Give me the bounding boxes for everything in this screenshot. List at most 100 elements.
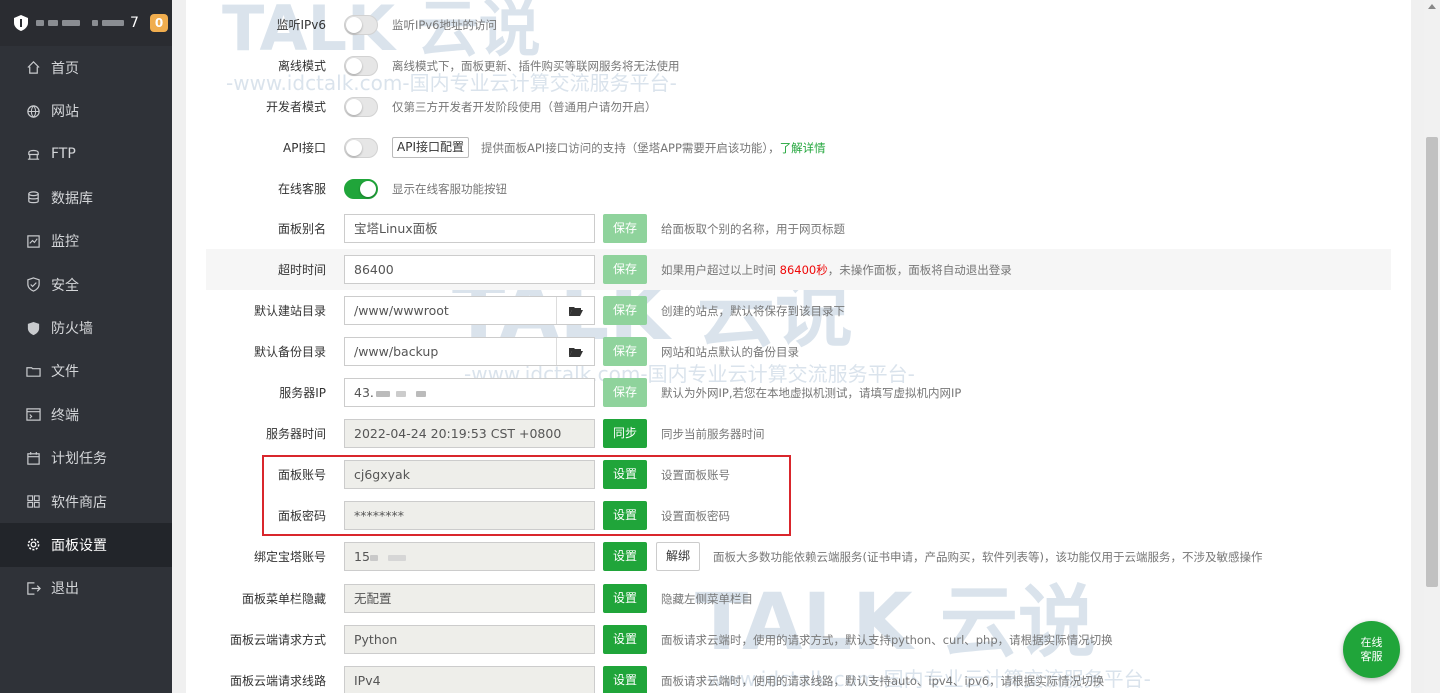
highlight-box: [262, 455, 791, 536]
req-method-label: 面板云端请求方式: [229, 633, 326, 647]
req-method-hint: 面板请求云端时，使用的请求方式，默认支持python、curl、php，请根据实…: [661, 632, 1113, 647]
online-service-button[interactable]: 在线 客服: [1343, 621, 1400, 678]
timeout-save-button[interactable]: 保存: [603, 255, 647, 284]
sidebar-item-label: 计划任务: [51, 451, 107, 468]
sidebar-item-label: 防火墙: [51, 321, 93, 338]
site-dir-input[interactable]: /www/wwwroot: [344, 296, 595, 325]
sidebar-item-label: 面板设置: [51, 537, 107, 554]
sidebar-item-terminal[interactable]: 终端: [0, 393, 172, 436]
grid-icon: [25, 494, 41, 510]
learn-more-link[interactable]: 了解详情: [780, 141, 826, 155]
scroll-thumb[interactable]: [1426, 137, 1438, 587]
sidebar-item-grid[interactable]: 软件商店: [0, 480, 172, 523]
backup-dir-hint: 网站和站点默认的备份目录: [661, 344, 799, 359]
ipv6-toggle[interactable]: [344, 14, 378, 35]
folder-open-icon[interactable]: [556, 297, 594, 324]
online-service-label: 在线客服: [277, 182, 326, 196]
row-bt-account: 绑定宝塔账号 15 设置 解绑 面板大多数功能依赖云端服务(证书申请，产品购买，…: [186, 536, 1391, 577]
row-server-ip: 服务器IP 43. 保存 默认为外网IP,若您在本地虚拟机测试，请填写虚拟机内网…: [186, 372, 1391, 413]
server-ip-save-button[interactable]: 保存: [603, 378, 647, 407]
row-req-method: 面板云端请求方式 Python 设置 面板请求云端时，使用的请求方式，默认支持p…: [186, 619, 1391, 660]
req-line-label: 面板云端请求线路: [229, 674, 326, 688]
menu-hide-hint: 隐藏左侧菜单栏目: [661, 591, 753, 606]
server-hostname: 7: [36, 15, 140, 31]
api-hint: 提供面板API接口访问的支持（堡塔APP需要开启该功能），了解详情: [481, 140, 826, 155]
bt-account-set-button[interactable]: 设置: [603, 542, 647, 571]
row-timeout: 超时时间 86400 保存 如果用户超过以上时间 86400秒，未操作面板，面板…: [206, 249, 1391, 290]
online-service-toggle[interactable]: [344, 178, 378, 199]
sidebar-item-label: 终端: [51, 407, 79, 424]
sidebar-item-firewall[interactable]: 防火墙: [0, 306, 172, 349]
sidebar-item-ftp[interactable]: FTP: [0, 133, 172, 176]
sidebar-item-calendar[interactable]: 计划任务: [0, 437, 172, 480]
server-time-input: 2022-04-24 20:19:53 CST +0800: [344, 419, 595, 448]
timeout-input[interactable]: 86400: [344, 255, 595, 284]
server-header: 7 0: [0, 0, 172, 46]
offline-toggle[interactable]: [344, 55, 378, 76]
bt-account-hint: 面板大多数功能依赖云端服务(证书申请，产品购买，软件列表等)，该功能仅用于云端服…: [713, 549, 1263, 564]
alias-input[interactable]: 宝塔Linux面板: [344, 214, 595, 243]
row-api: API接口 API接口配置 提供面板API接口访问的支持（堡塔APP需要开启该功…: [186, 127, 1391, 168]
dev-toggle[interactable]: [344, 96, 378, 117]
row-offline: 离线模式 离线模式下，面板更新、插件购买等联网服务将无法使用: [186, 45, 1391, 86]
req-method-set-button[interactable]: 设置: [603, 625, 647, 654]
notification-badge[interactable]: 0: [150, 14, 168, 32]
gear-icon: [25, 537, 41, 553]
site-dir-label: 默认建站目录: [253, 304, 326, 318]
server-time-hint: 同步当前服务器时间: [661, 426, 765, 441]
server-ip-input[interactable]: 43.: [344, 378, 595, 407]
shield-logo-icon: [14, 15, 28, 31]
site-dir-save-button[interactable]: 保存: [603, 296, 647, 325]
sync-time-button[interactable]: 同步: [603, 419, 647, 448]
sidebar-item-label: 退出: [51, 581, 79, 598]
sidebar-item-database[interactable]: 数据库: [0, 176, 172, 219]
home-icon: [25, 60, 41, 76]
dev-hint: 仅第三方开发者开发阶段使用（普通用户请勿开启）: [392, 99, 657, 114]
server-ip-hint: 默认为外网IP,若您在本地虚拟机测试，请填写虚拟机内网IP: [661, 385, 962, 400]
api-config-button[interactable]: API接口配置: [392, 137, 469, 158]
api-toggle[interactable]: [344, 137, 378, 158]
row-server-time: 服务器时间 2022-04-24 20:19:53 CST +0800 同步 同…: [186, 413, 1391, 454]
sidebar-item-folder[interactable]: 文件: [0, 350, 172, 393]
scrollbar[interactable]: [1424, 0, 1440, 693]
alias-save-button[interactable]: 保存: [603, 214, 647, 243]
api-label: API接口: [283, 141, 326, 155]
menu-hide-label: 面板菜单栏隐藏: [241, 592, 326, 606]
chat-label-line1: 在线: [1360, 635, 1383, 649]
sidebar-item-monitor[interactable]: 监控: [0, 220, 172, 263]
folder-icon: [25, 363, 41, 379]
unbind-button[interactable]: 解绑: [656, 542, 700, 571]
req-line-hint: 面板请求云端时，使用的请求线路，默认支持auto、ipv4、ipv6，请根据实际…: [661, 673, 1105, 688]
bt-account-input: 15: [344, 542, 595, 571]
row-req-line: 面板云端请求线路 IPv4 设置 面板请求云端时，使用的请求线路，默认支持aut…: [186, 660, 1391, 693]
menu-hide-set-button[interactable]: 设置: [603, 584, 647, 613]
folder-open-icon[interactable]: [556, 338, 594, 365]
req-line-input: IPv4: [344, 666, 595, 693]
timeout-label: 超时时间: [277, 263, 326, 277]
sidebar-item-label: 监控: [51, 234, 79, 251]
shield-check-icon: [25, 277, 41, 293]
server-time-label: 服务器时间: [265, 427, 326, 441]
sidebar-item-label: 文件: [51, 364, 79, 381]
sidebar-item-globe[interactable]: 网站: [0, 89, 172, 132]
row-backup-dir: 默认备份目录 /www/backup 保存 网站和站点默认的备份目录: [186, 331, 1391, 372]
backup-dir-save-button[interactable]: 保存: [603, 337, 647, 366]
sidebar-item-logout[interactable]: 退出: [0, 567, 172, 610]
req-line-set-button[interactable]: 设置: [603, 666, 647, 693]
sidebar-item-shield-check[interactable]: 安全: [0, 263, 172, 306]
backup-dir-input[interactable]: /www/backup: [344, 337, 595, 366]
backup-dir-label: 默认备份目录: [253, 345, 326, 359]
site-dir-hint: 创建的站点，默认将保存到该目录下: [661, 303, 845, 318]
row-alias: 面板别名 宝塔Linux面板 保存 给面板取个别的名称，用于网页标题: [186, 208, 1391, 249]
sidebar-item-home[interactable]: 首页: [0, 46, 172, 89]
scroll-up-icon[interactable]: [1428, 4, 1436, 9]
sidebar-item-label: 网站: [51, 104, 79, 121]
logout-icon: [25, 580, 41, 596]
firewall-icon: [25, 320, 41, 336]
terminal-icon: [25, 407, 41, 423]
dev-label: 开发者模式: [265, 100, 326, 114]
online-service-hint: 显示在线客服功能按钮: [392, 181, 507, 196]
chat-label-line2: 客服: [1360, 649, 1383, 663]
offline-label: 离线模式: [277, 59, 326, 73]
sidebar-item-gear[interactable]: 面板设置: [0, 523, 172, 567]
